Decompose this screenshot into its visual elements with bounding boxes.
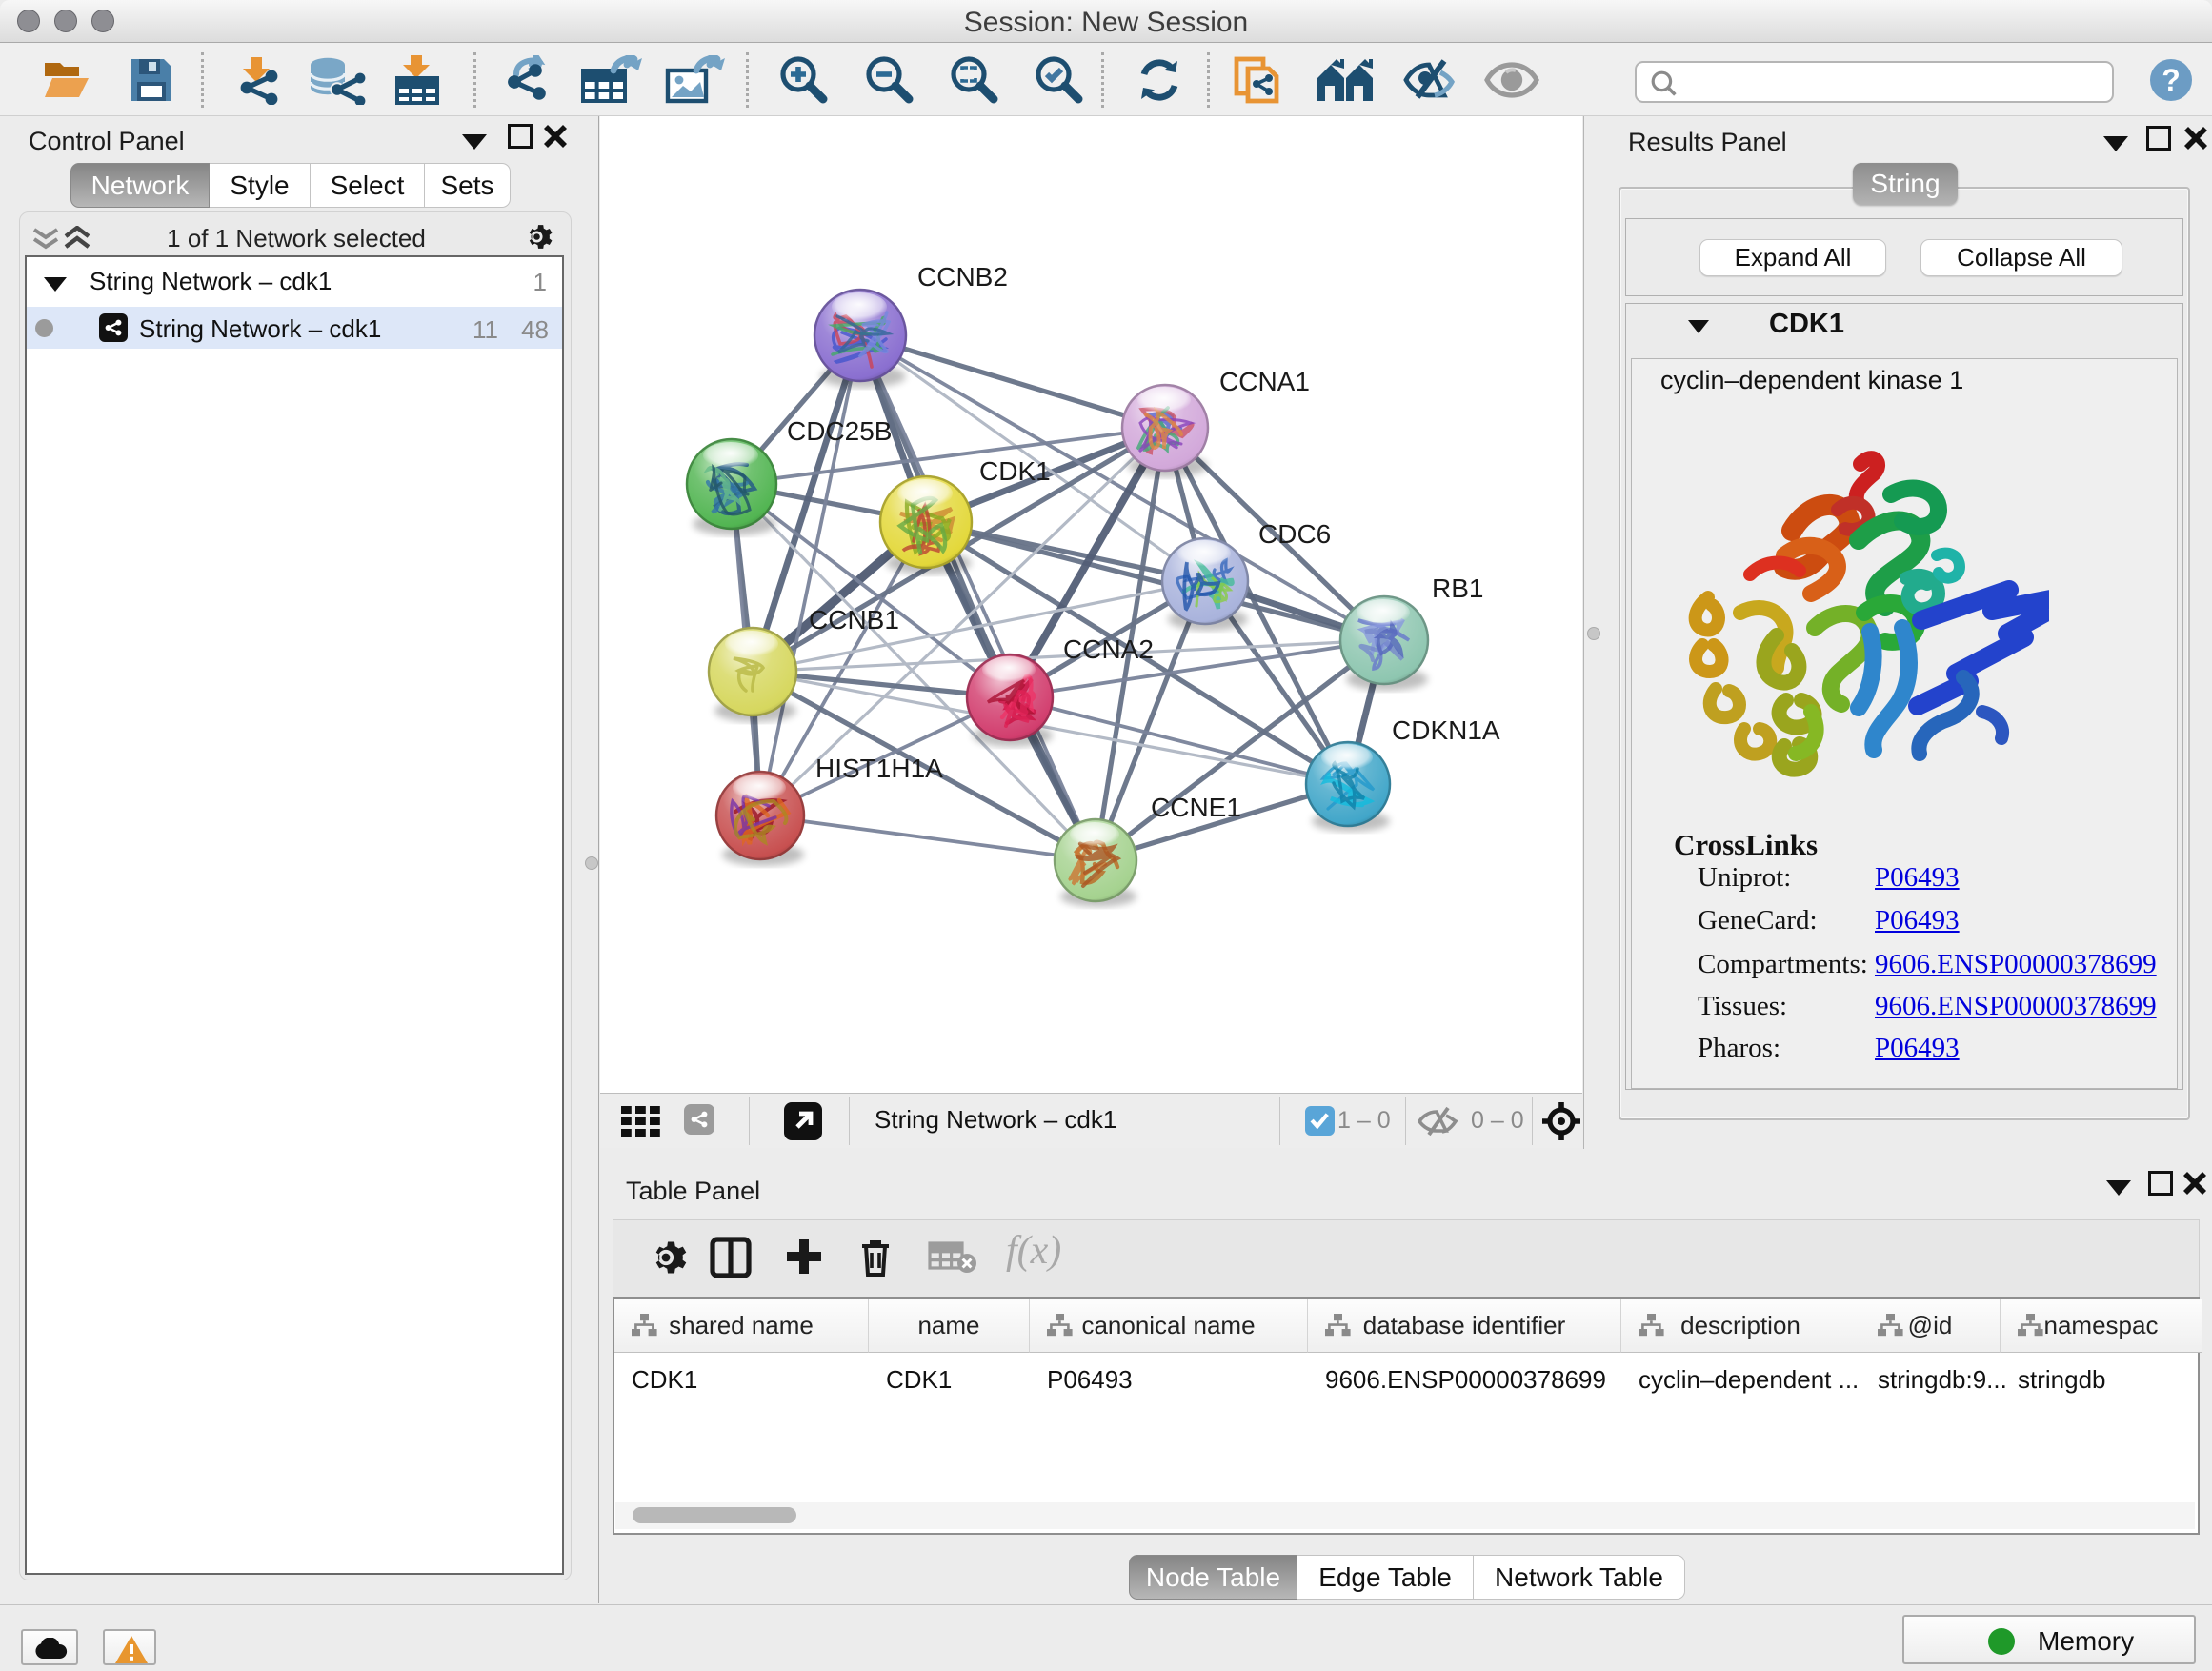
svg-text:?: ? [2162,63,2181,97]
svg-text:CCNA2: CCNA2 [1063,634,1154,664]
svg-text:CDK1: CDK1 [979,456,1051,486]
svg-text:CDKN1A: CDKN1A [1392,715,1500,745]
svg-text:CDC25B: CDC25B [787,416,892,446]
svg-text:RB1: RB1 [1432,574,1483,603]
svg-text:CCNE1: CCNE1 [1151,793,1241,822]
svg-text:CCNB1: CCNB1 [809,605,899,634]
svg-text:CCNB2: CCNB2 [917,262,1008,292]
svg-text:CCNA1: CCNA1 [1219,367,1310,396]
svg-text:CDC6: CDC6 [1258,519,1331,549]
svg-text:HIST1H1A: HIST1H1A [815,754,943,783]
